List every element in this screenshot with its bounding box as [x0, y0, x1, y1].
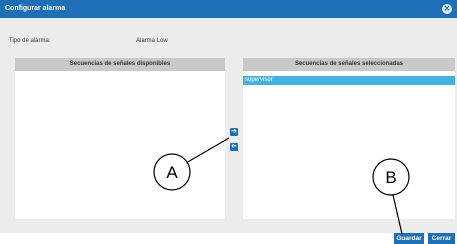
callout-b-label: B — [385, 168, 396, 187]
configure-alarm-dialog: Configurar alarma ✕ Tipo de alarma: Alar… — [0, 0, 457, 244]
callout-a-leader — [185, 137, 230, 164]
callout-b-leader — [392, 194, 403, 235]
callout-overlay: A B — [153, 137, 410, 235]
callout-a-label: A — [166, 163, 178, 182]
